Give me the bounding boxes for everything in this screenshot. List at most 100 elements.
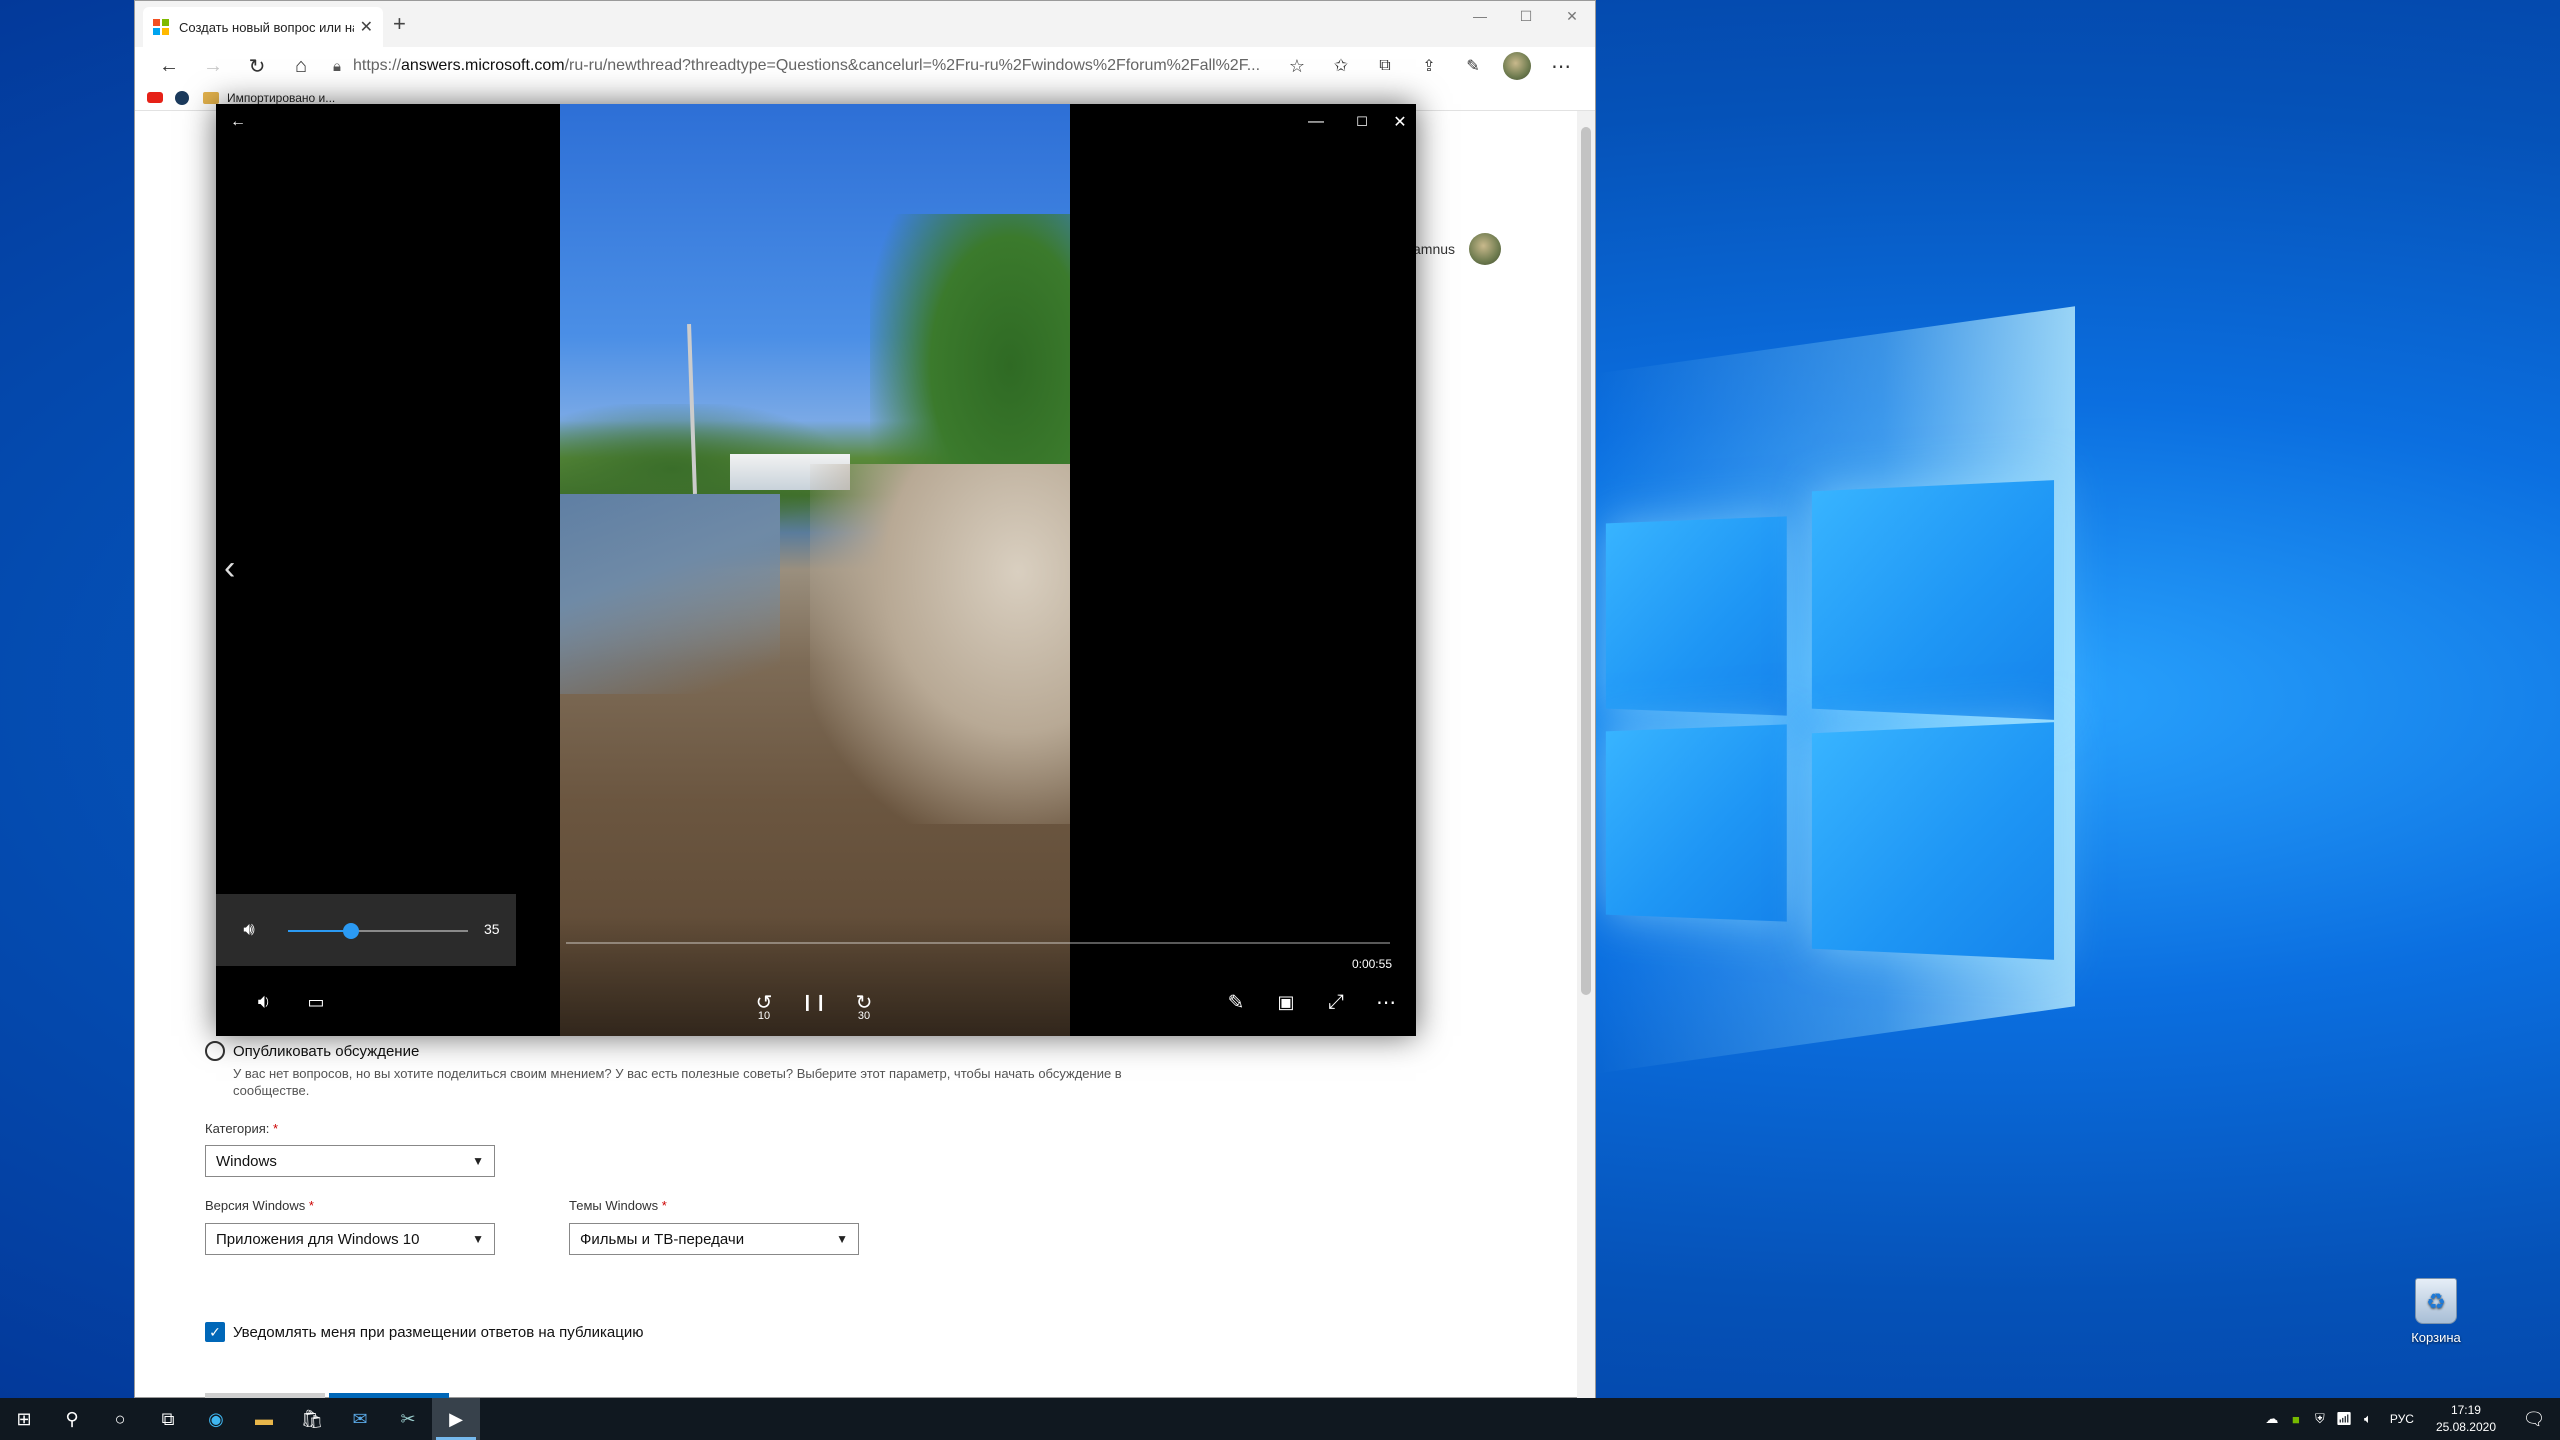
previous-chevron-icon[interactable]: ‹: [224, 549, 235, 588]
publish-discussion-radio[interactable]: [205, 1041, 225, 1061]
steam-icon[interactable]: [175, 90, 189, 105]
windows-topic-select[interactable]: Фильмы и ТВ-передачи ▼: [569, 1223, 859, 1255]
chevron-down-icon: ▼: [836, 1232, 848, 1246]
file-explorer-icon[interactable]: ▬: [240, 1398, 288, 1440]
skip-forward-label: 30: [857, 1010, 871, 1022]
new-tab-button[interactable]: +: [393, 11, 406, 37]
video-sandbank: [810, 464, 1070, 824]
browser-tab-active[interactable]: Создать новый вопрос или на ✕: [143, 7, 383, 47]
tab-title: Создать новый вопрос или на: [179, 19, 354, 35]
fullscreen-icon[interactable]: ⤢: [1316, 984, 1356, 1020]
settings-more-icon[interactable]: ⋯: [1539, 49, 1583, 83]
elapsed-time: 0:00:55: [1351, 957, 1392, 971]
favorite-star-icon[interactable]: ☆: [1275, 49, 1319, 83]
collections-icon[interactable]: ⧉: [1363, 49, 1407, 83]
cortana-circle-icon[interactable]: ○: [96, 1398, 144, 1440]
notify-checkbox[interactable]: ✓: [205, 1322, 225, 1342]
store-icon[interactable]: 🛍︎: [288, 1398, 336, 1440]
back-arrow-icon[interactable]: ←: [147, 49, 191, 83]
nvidia-icon[interactable]: ■: [2284, 1412, 2308, 1427]
speaker-icon[interactable]: 🔈︎: [2356, 1411, 2380, 1427]
wallpaper-pane: [1811, 722, 2055, 960]
back-arrow-icon[interactable]: ←: [224, 108, 252, 136]
edit-pencil-icon[interactable]: ✎: [1216, 984, 1256, 1020]
action-center-icon[interactable]: 🗨︎: [2508, 1398, 2560, 1440]
category-value: Windows: [216, 1152, 277, 1170]
version-label: Версия Windows *: [205, 1197, 314, 1214]
skip-back-label: 10: [757, 1010, 771, 1022]
address-bar[interactable]: 🔒︎ https://answers.microsoft.com/ru-ru/n…: [323, 50, 1275, 82]
taskbar: ⊞ ⚲ ○ ⧉ ◉ ▬ 🛍︎ ✉ ✂ ▶ ☁ ■ ⛨ 📶︎ 🔈︎ РУС 17:…: [0, 1398, 2560, 1440]
youtube-icon[interactable]: [147, 92, 163, 103]
forward-arrow-icon[interactable]: →: [191, 49, 235, 83]
tab-close-icon[interactable]: ✕: [360, 17, 373, 37]
notify-label: Уведомлять меня при размещении ответов н…: [233, 1324, 644, 1341]
recycle-bin-icon: [2415, 1278, 2457, 1324]
version-label-text: Версия Windows: [205, 1198, 306, 1213]
url-host: answers.microsoft.com: [401, 57, 565, 74]
favorites-list-icon[interactable]: ✩: [1319, 49, 1363, 83]
clock-date: 25.08.2020: [2435, 1420, 2496, 1434]
skip-back-icon[interactable]: ↺ 10: [744, 984, 784, 1023]
volume-icon[interactable]: 🔊︎: [234, 914, 264, 944]
clock-time: 17:19: [2450, 1403, 2481, 1417]
windows-version-select[interactable]: Приложения для Windows 10 ▼: [205, 1223, 495, 1255]
profile-avatar[interactable]: [1495, 49, 1539, 83]
share-icon[interactable]: ⇪: [1407, 49, 1451, 83]
more-options-icon[interactable]: ⋯: [1366, 984, 1406, 1020]
category-select[interactable]: Windows ▼: [205, 1145, 495, 1177]
url-prefix: https://: [352, 57, 402, 74]
skip-forward-icon[interactable]: ↻ 30: [844, 984, 884, 1023]
minimize-icon[interactable]: —: [1298, 108, 1334, 136]
onedrive-icon[interactable]: ☁: [2260, 1411, 2284, 1427]
video-water: [560, 494, 780, 694]
refresh-icon[interactable]: ↻: [235, 49, 279, 83]
security-shield-icon[interactable]: ⛨: [2308, 1411, 2332, 1427]
scrollbar-thumb[interactable]: [1581, 127, 1591, 995]
volume-slider-track[interactable]: [288, 930, 468, 932]
close-icon[interactable]: ✕: [1384, 108, 1416, 136]
recycle-bin-desktop-icon[interactable]: Корзина: [2398, 1278, 2474, 1345]
volume-button-icon[interactable]: 🔉︎: [244, 984, 284, 1020]
windows-version-value: Приложения для Windows 10: [216, 1230, 420, 1248]
volume-slider-thumb[interactable]: [343, 923, 359, 939]
signed-in-user-name[interactable]: amnus: [1413, 241, 1455, 257]
movies-tv-taskbar-icon[interactable]: ▶: [432, 1398, 480, 1440]
volume-slider-fill: [288, 930, 351, 932]
topic-label-text: Темы Windows: [569, 1198, 659, 1213]
user-avatar[interactable]: [1469, 233, 1501, 265]
category-label-text: Категория:: [205, 1121, 270, 1136]
seek-bar[interactable]: [566, 942, 1390, 944]
page-scrollbar[interactable]: [1577, 111, 1595, 1399]
search-icon[interactable]: ⚲: [48, 1398, 96, 1440]
task-view-icon[interactable]: ⧉: [144, 1398, 192, 1440]
edge-taskbar-icon[interactable]: ◉: [192, 1398, 240, 1440]
input-language[interactable]: РУС: [2390, 1412, 2414, 1426]
player-title-bar: ← — ☐ ✕: [216, 104, 1416, 140]
navigation-bar: ← → ↻ ⌂ 🔒︎ https://answers.microsoft.com…: [135, 47, 1595, 85]
close-icon[interactable]: ✕: [1549, 1, 1595, 31]
snip-icon[interactable]: ✂: [384, 1398, 432, 1440]
topic-label: Темы Windows *: [569, 1197, 667, 1214]
maximize-icon[interactable]: ☐: [1503, 1, 1549, 31]
mini-view-icon[interactable]: ▣: [1266, 984, 1306, 1020]
network-icon[interactable]: 📶︎: [2332, 1411, 2356, 1427]
window-controls: — ☐ ✕: [1457, 1, 1595, 31]
minimize-icon[interactable]: —: [1457, 1, 1503, 31]
pause-icon[interactable]: ❙❙: [794, 984, 834, 1020]
subtitles-icon[interactable]: ▭: [296, 984, 336, 1020]
clock[interactable]: 17:19 25.08.2020: [2436, 1402, 2496, 1436]
windows-topic-value: Фильмы и ТВ-передачи: [580, 1230, 745, 1248]
video-frame[interactable]: [560, 104, 1070, 1036]
start-windows-icon[interactable]: ⊞: [0, 1398, 48, 1440]
favorites-folder-imported[interactable]: Импортировано и...: [227, 91, 335, 105]
wallpaper-pane: [1811, 480, 2055, 720]
wallpaper-pane: [1605, 724, 1787, 922]
avatar: [1503, 52, 1531, 80]
mail-icon[interactable]: ✉: [336, 1398, 384, 1440]
maximize-icon[interactable]: ☐: [1344, 108, 1380, 136]
feedback-icon[interactable]: ✎: [1451, 49, 1495, 83]
volume-value: 35: [484, 921, 500, 937]
home-icon[interactable]: ⌂: [279, 49, 323, 83]
required-mark: *: [661, 1198, 667, 1213]
